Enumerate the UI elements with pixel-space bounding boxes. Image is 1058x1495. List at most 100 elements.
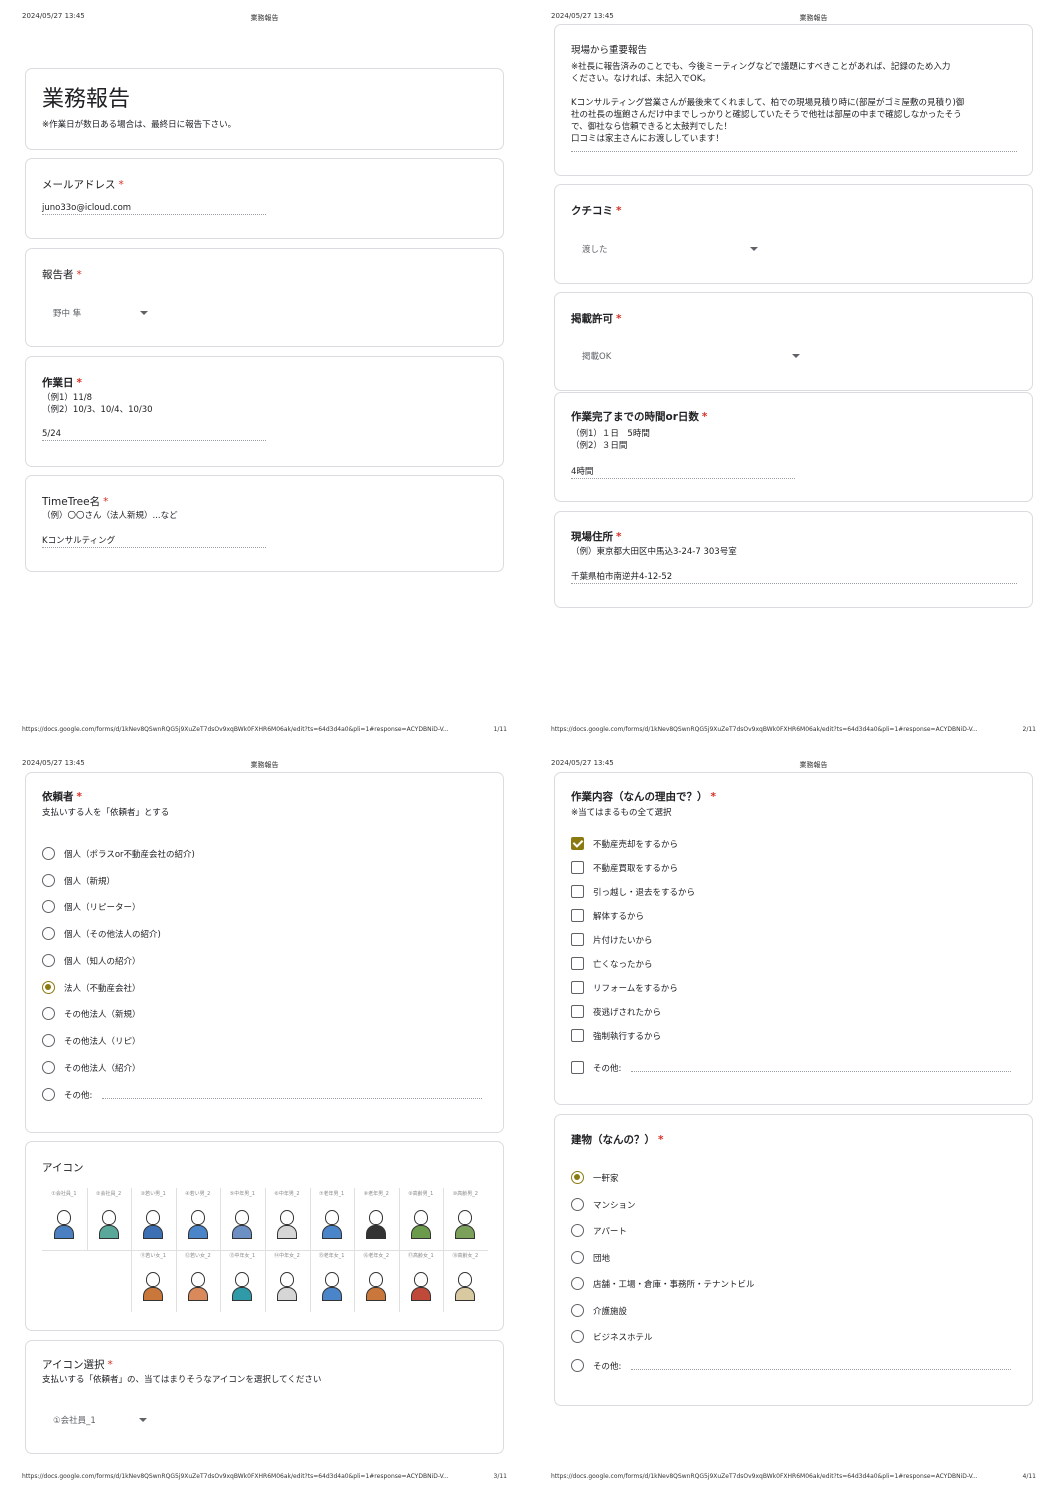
- option-label: 介護施設: [593, 1306, 628, 1317]
- option-label: 解体するから: [593, 912, 645, 922]
- chevron-down-icon: [792, 354, 800, 358]
- radio-button[interactable]: [571, 1224, 584, 1237]
- important-line-2: 社の社長の塩飽さんだけ中までしっかりと確認していたそうで他社は部屋の中まで確認し…: [571, 110, 962, 120]
- page-number: 3/11: [493, 1473, 507, 1480]
- print-title: 業務報告: [250, 761, 279, 769]
- reporter-label: 報告者 *: [42, 269, 82, 281]
- print-header: 2024/05/27 13:45 業務報告: [22, 759, 507, 769]
- form-description: ※作業日が数日ある場合は、最終日に報告下さい。: [42, 120, 237, 130]
- client-label: 依頼者 *: [42, 791, 82, 803]
- client-hint: 支払いする人を「依頼者」とする: [42, 808, 170, 818]
- building-label: 建物（なんの？） *: [571, 1134, 664, 1146]
- print-footer: https://docs.google.com/forms/d/1kNev8QS…: [22, 726, 507, 736]
- other-text-field[interactable]: [631, 1071, 1011, 1072]
- radio-button[interactable]: [571, 1303, 584, 1317]
- radio-button[interactable]: [571, 1197, 584, 1211]
- radio-button[interactable]: [42, 980, 55, 994]
- checkbox[interactable]: [571, 837, 584, 850]
- person-icon: [455, 1272, 476, 1302]
- chevron-down-icon: [750, 247, 758, 251]
- checkbox[interactable]: [571, 861, 584, 874]
- other-text-field[interactable]: [102, 1098, 482, 1100]
- reporter-selected: 野中 隼: [53, 309, 82, 319]
- option-label: 個人（新規）: [64, 876, 116, 887]
- checkbox[interactable]: [571, 957, 584, 970]
- work-date-field[interactable]: 5/24: [42, 429, 266, 441]
- icon-person: ⑭中年女_2: [265, 1250, 309, 1312]
- option-label: マンション: [593, 1200, 636, 1211]
- radio-button[interactable]: [42, 1060, 55, 1074]
- reporter-card: 報告者 * 野中 隼: [25, 248, 504, 347]
- radio-button[interactable]: [571, 1358, 584, 1372]
- icon-person: ⑬中年女_1: [220, 1250, 264, 1312]
- icon-caption: ⑪若い女_1: [140, 1253, 167, 1259]
- radio-button[interactable]: [42, 873, 55, 887]
- radio-button[interactable]: [571, 1171, 584, 1184]
- icon-caption: ⑬中年女_1: [229, 1253, 256, 1259]
- address-field[interactable]: 千葉県柏市南逆井4-12-52: [571, 570, 1017, 584]
- option-label: 片付けたいから: [593, 936, 653, 946]
- reason-hint: ※当てはまるもの全て選択: [571, 808, 672, 818]
- checkbox[interactable]: [571, 909, 584, 922]
- print-title: 業務報告: [799, 761, 828, 769]
- radio-button[interactable]: [571, 1250, 584, 1264]
- person-icon: [321, 1210, 342, 1240]
- icon-caption: ⑰高齢女_1: [407, 1253, 434, 1259]
- radio-button[interactable]: [42, 900, 55, 914]
- chevron-down-icon: [140, 311, 148, 315]
- option-label: アパート: [593, 1227, 627, 1237]
- person-icon: [232, 1272, 253, 1302]
- checkbox[interactable]: [571, 933, 584, 946]
- duration-hint-1: （例1）１日 5時間: [571, 429, 650, 439]
- option-label: 夜逃げされたから: [593, 1008, 662, 1018]
- icon-select-label: アイコン選択 *: [42, 1359, 113, 1371]
- option-label: ビジネスホテル: [593, 1333, 653, 1343]
- important-line-4: 口コミは家主さんにお渡ししています！: [571, 134, 724, 144]
- timetree-field[interactable]: Kコンサルティング: [42, 534, 266, 548]
- option-label: 強制執行するから: [593, 1032, 662, 1042]
- icon-image: ①会社員_1 ②会社員_2 ③若い男_1 ④若い男_2 ⑤中年男_1 ⑥中年男_2 ⑦老年男…: [42, 1188, 488, 1312]
- other-text-field[interactable]: [631, 1368, 1011, 1370]
- checkbox[interactable]: [571, 1029, 584, 1042]
- person-icon: [366, 1210, 387, 1240]
- icon-caption: ②会社員_2: [96, 1191, 122, 1197]
- work-date-hint-2: （例2）10/3、10/4、10/30: [42, 405, 153, 415]
- timetree-card: TimeTree名 * （例）〇〇さん（法人新規）...など Kコンサルティング: [25, 475, 504, 572]
- icon-person: ⑦老年男_1: [310, 1188, 354, 1250]
- work-date-label: 作業日 *: [42, 377, 82, 389]
- important-field[interactable]: Kコンサルティング営業さんが最後来てくれまして、柏での現場見積り時に(部屋がゴミ…: [571, 97, 1017, 152]
- option-label: 引っ越し・退去をするから: [593, 888, 696, 898]
- icon-person: ⑰高齢女_1: [399, 1250, 443, 1312]
- radio-button[interactable]: [42, 953, 55, 967]
- option-label: 個人（その他法人の紹介): [64, 930, 161, 941]
- building-card: 建物（なんの？） * 一軒家 マンション アパート 団地 店舗・工場・倉庫・事務所・テナン…: [554, 1114, 1033, 1406]
- icon-caption: ⑨高齢男_1: [408, 1191, 434, 1197]
- option-label: その他法人（リピ）: [64, 1036, 141, 1047]
- radio-button[interactable]: [42, 927, 55, 941]
- kuchikomi-selected: 渡した: [582, 245, 608, 255]
- radio-button[interactable]: [42, 847, 55, 860]
- radio-button[interactable]: [42, 1033, 55, 1047]
- email-field[interactable]: juno33o@icloud.com: [42, 203, 266, 215]
- radio-button[interactable]: [571, 1277, 584, 1290]
- icon-person: ⑪若い女_1: [131, 1250, 175, 1312]
- icon-caption: ⑤中年男_1: [229, 1191, 255, 1197]
- print-url: https://docs.google.com/forms/d/1kNev8QS…: [551, 1473, 978, 1480]
- checkbox[interactable]: [571, 885, 584, 898]
- icon-caption: ⑥中年男_2: [274, 1191, 300, 1197]
- icon-person: ⑮老年女_1: [310, 1250, 354, 1312]
- checkbox[interactable]: [571, 981, 584, 994]
- radio-button[interactable]: [42, 1007, 55, 1021]
- person-icon: [410, 1272, 431, 1302]
- work-date-hint-1: （例1）11/8: [42, 393, 92, 403]
- radio-button[interactable]: [42, 1088, 55, 1102]
- person-icon: [187, 1272, 208, 1302]
- work-date-card: 作業日 * （例1）11/8 （例2）10/3、10/4、10/30 5/24: [25, 356, 504, 467]
- checkbox[interactable]: [571, 1061, 584, 1074]
- checkbox[interactable]: [571, 1005, 584, 1018]
- important-report-card: 現場から重要報告 ※社長に報告済みのことでも、今後ミーティングなどで議題にすべき…: [554, 24, 1033, 176]
- option-label: その他法人（新規）: [64, 1010, 141, 1021]
- duration-field[interactable]: 4時間: [571, 465, 795, 479]
- option-label: 法人（不動産会社）: [64, 983, 141, 994]
- radio-button[interactable]: [571, 1330, 584, 1343]
